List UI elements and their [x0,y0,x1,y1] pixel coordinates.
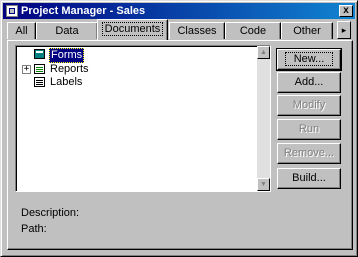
expand-icon[interactable]: + [22,65,31,74]
tab-label: Code [239,25,267,37]
tree-scrollbar[interactable]: ▲ ▼ [257,46,270,191]
document-tree[interactable]: Forms + Reports Labels [15,45,271,192]
build-button[interactable]: Build... [277,168,341,189]
tab-documents[interactable]: Documents [97,19,168,40]
tab-other[interactable]: Other [281,22,333,39]
label-icon [34,77,45,87]
tree-item-label: Labels [50,76,83,88]
tab-label: Other [293,25,321,37]
run-button[interactable]: Run [277,119,341,140]
modify-button[interactable]: Modify [277,95,341,116]
add-button[interactable]: Add... [277,72,341,93]
tab-label: Documents [101,22,164,36]
tab-all[interactable]: All [7,22,36,39]
scroll-up-button[interactable]: ▲ [257,46,270,59]
tree-item-label: Forms [49,48,85,63]
tab-classes[interactable]: Classes [169,22,225,39]
remove-button[interactable]: Remove... [277,143,341,164]
title-bar[interactable]: Project Manager - Sales x [3,3,355,19]
tab-data[interactable]: Data [36,22,98,39]
form-icon [34,49,45,59]
close-button[interactable]: x [339,5,353,17]
tab-label: Data [55,25,79,37]
new-button-label: New... [284,52,334,66]
tab-scroll-right-button[interactable]: ▸ [337,21,351,39]
scroll-down-button[interactable]: ▼ [257,178,270,191]
new-button[interactable]: New... [276,48,342,71]
tab-label: All [15,25,28,37]
description-label: Description: [21,207,80,219]
path-label: Path: [21,223,47,235]
project-icon [6,5,18,17]
tab-code[interactable]: Code [225,22,281,39]
window-title: Project Manager - Sales [21,5,146,17]
tree-item-label: Reports [50,63,89,75]
project-manager-window: Project Manager - Sales x All Data Docum… [0,0,358,257]
report-icon [34,64,45,74]
tab-label: Classes [177,25,217,37]
tab-strip: All Data Documents Classes Code Other ▸ [7,19,353,41]
